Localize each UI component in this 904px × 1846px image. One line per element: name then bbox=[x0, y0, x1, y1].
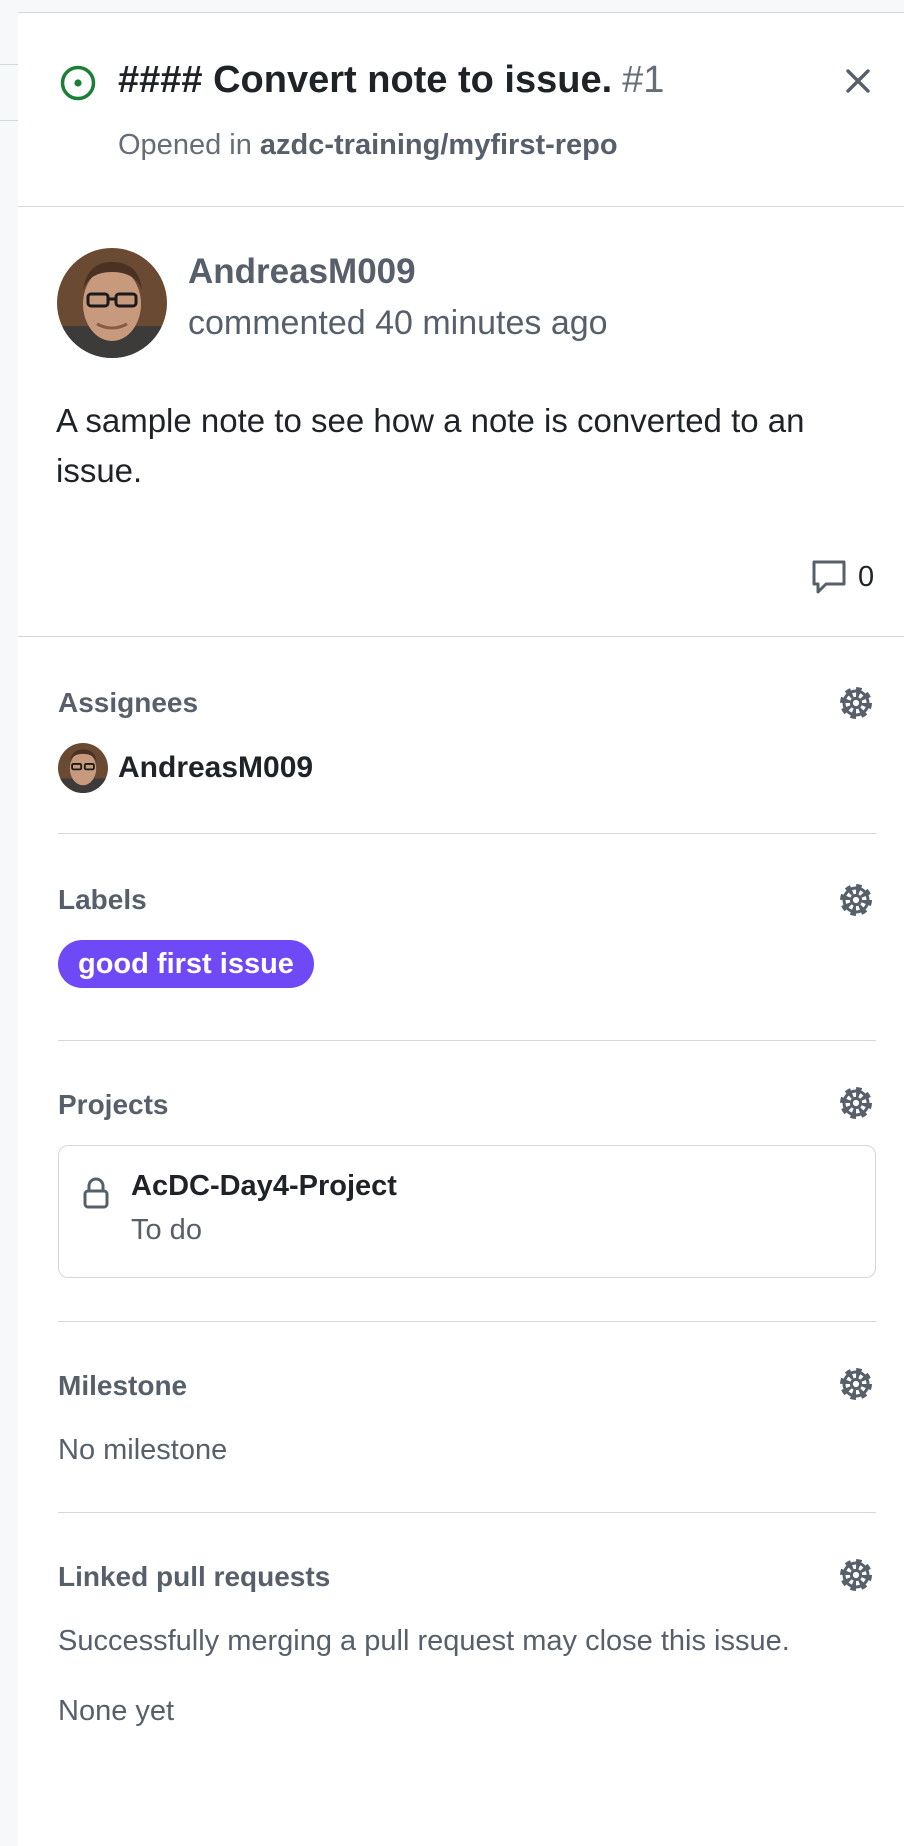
repo-link[interactable]: azdc-training/myfirst-repo bbox=[260, 129, 618, 161]
top-strip bbox=[0, 0, 904, 13]
project-card[interactable]: AcDC-Day4-Project To do bbox=[58, 1145, 876, 1278]
issue-number: #1 bbox=[622, 59, 665, 101]
comment-timestamp: commented 40 minutes ago bbox=[188, 304, 608, 342]
issue-side-panel: #### Convert note to issue. #1 Opened in … bbox=[18, 13, 904, 1846]
linked-prs-title: Linked pull requests bbox=[58, 1561, 331, 1592]
assignees-title: Assignees bbox=[58, 687, 199, 718]
opened-in-text: Opened in azdc-training/myfirst-repo bbox=[118, 129, 618, 162]
issue-header: #### Convert note to issue. #1 Opened in … bbox=[18, 13, 904, 207]
gear-icon[interactable] bbox=[836, 1364, 876, 1404]
milestone-title: Milestone bbox=[58, 1370, 188, 1401]
gear-icon[interactable] bbox=[836, 1555, 876, 1595]
gear-icon[interactable] bbox=[836, 1083, 876, 1123]
comment-author[interactable]: AndreasM009 bbox=[188, 252, 416, 292]
gear-icon[interactable] bbox=[836, 880, 876, 920]
gear-icon[interactable] bbox=[836, 683, 876, 723]
linked-prs-section: Linked pull requests Successfully mergin… bbox=[58, 1513, 876, 1763]
milestone-value: No milestone bbox=[58, 1434, 228, 1466]
linked-prs-value: None yet bbox=[58, 1695, 175, 1727]
comment-count: 0 bbox=[858, 560, 875, 593]
comment-body: A sample note to see how a note is conve… bbox=[56, 402, 805, 489]
avatar bbox=[58, 743, 108, 793]
opened-prefix: Opened in bbox=[118, 129, 252, 161]
comment-icon bbox=[812, 560, 846, 594]
assignee-name: AndreasM009 bbox=[118, 751, 314, 784]
close-icon[interactable] bbox=[840, 63, 876, 99]
project-status: To do bbox=[131, 1214, 202, 1246]
assignee-item[interactable]: AndreasM009 bbox=[58, 743, 313, 793]
issue-comment: AndreasM009 commented 40 minutes ago A s… bbox=[18, 206, 904, 637]
issue-title-text: #### Convert note to issue. bbox=[118, 59, 613, 101]
avatar[interactable] bbox=[57, 248, 167, 358]
linked-prs-description: Successfully merging a pull request may … bbox=[58, 1625, 790, 1657]
issue-title: #### Convert note to issue. #1 bbox=[118, 59, 664, 102]
issue-opened-icon bbox=[60, 65, 96, 101]
projects-section: Projects AcDC-Day4-Project To do bbox=[58, 1041, 876, 1322]
assignees-section: Assignees AndreasM009 bbox=[58, 637, 876, 834]
labels-title: Labels bbox=[58, 884, 147, 915]
project-name: AcDC-Day4-Project bbox=[131, 1170, 397, 1202]
lock-icon bbox=[83, 1177, 109, 1209]
background-page-edge bbox=[0, 12, 19, 1846]
issue-sidebar: Assignees AndreasM009 Labels good first … bbox=[58, 637, 876, 1763]
projects-title: Projects bbox=[58, 1089, 169, 1120]
label-badge[interactable]: good first issue bbox=[58, 940, 314, 988]
labels-section: Labels good first issue bbox=[58, 834, 876, 1041]
milestone-section: Milestone No milestone bbox=[58, 1322, 876, 1513]
comment-count-button[interactable]: 0 bbox=[810, 558, 874, 596]
